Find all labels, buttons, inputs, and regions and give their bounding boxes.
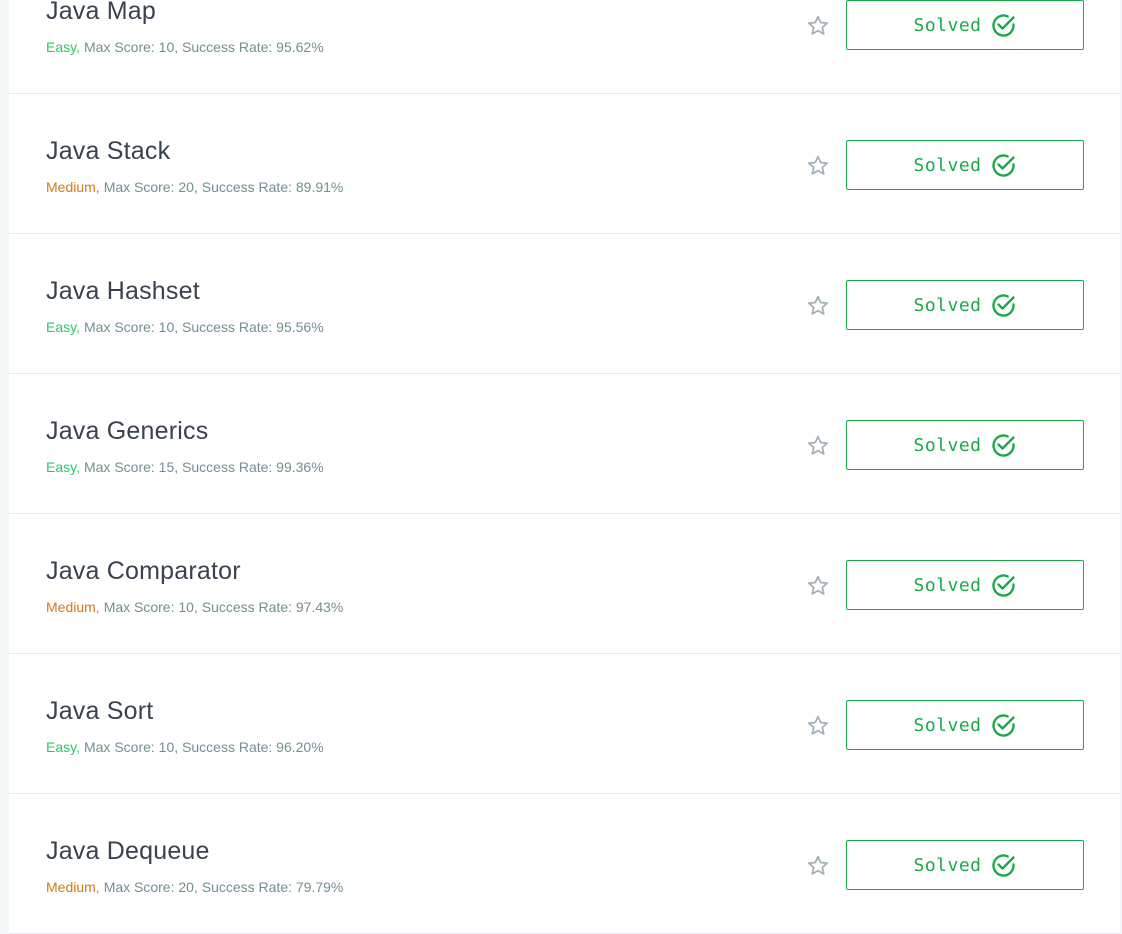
star-icon[interactable]: [806, 574, 830, 598]
challenge-title[interactable]: Java Hashset: [46, 276, 200, 306]
success-rate: Success Rate: 97.43%: [201, 599, 344, 615]
max-score: Max Score: 10,: [83, 39, 179, 55]
challenge-meta: Easy, Max Score: 10, Success Rate: 95.62%: [46, 38, 324, 56]
solved-label: Solved: [913, 434, 982, 456]
solved-button[interactable]: Solved: [846, 560, 1084, 610]
challenge-row: Java Stack Medium, Max Score: 20, Success…: [9, 94, 1120, 234]
challenge-title[interactable]: Java Dequeue: [46, 836, 210, 866]
check-circle-icon: [990, 12, 1017, 39]
success-rate: Success Rate: 95.62%: [182, 39, 324, 55]
solved-label: Solved: [913, 854, 982, 876]
solved-button[interactable]: Solved: [846, 700, 1084, 750]
difficulty-label: Easy,: [46, 319, 80, 335]
difficulty-label: Easy,: [46, 39, 80, 55]
max-score: Max Score: 10,: [83, 319, 179, 335]
solved-button[interactable]: Solved: [846, 140, 1084, 190]
difficulty-label: Medium,: [46, 599, 100, 615]
solved-label: Solved: [913, 154, 982, 176]
difficulty-label: Medium,: [46, 179, 100, 195]
check-circle-icon: [990, 852, 1017, 879]
star-icon[interactable]: [806, 714, 830, 738]
solved-button[interactable]: Solved: [846, 0, 1084, 50]
solved-label: Solved: [913, 14, 982, 36]
difficulty-label: Easy,: [46, 739, 80, 755]
challenge-title[interactable]: Java Sort: [46, 696, 153, 726]
solved-button[interactable]: Solved: [846, 840, 1084, 890]
star-icon[interactable]: [806, 854, 830, 878]
challenge-row: Java Comparator Medium, Max Score: 10, Su…: [9, 514, 1120, 654]
solved-label: Solved: [913, 714, 982, 736]
challenge-row: Java Hashset Easy, Max Score: 10, Success…: [9, 234, 1120, 374]
max-score: Max Score: 20,: [103, 179, 198, 195]
max-score: Max Score: 15,: [83, 459, 179, 475]
challenge-meta: Medium, Max Score: 20, Success Rate: 79.7…: [46, 878, 343, 896]
check-circle-icon: [990, 572, 1017, 599]
challenge-meta: Medium, Max Score: 20, Success Rate: 89.9…: [46, 178, 343, 196]
star-icon[interactable]: [806, 154, 830, 178]
success-rate: Success Rate: 89.91%: [201, 179, 344, 195]
challenge-title[interactable]: Java Generics: [46, 416, 208, 446]
success-rate: Success Rate: 96.20%: [182, 739, 324, 755]
challenge-title[interactable]: Java Comparator: [46, 556, 241, 586]
max-score: Max Score: 20,: [103, 879, 198, 895]
challenge-meta: Easy, Max Score: 10, Success Rate: 96.20%: [46, 738, 324, 756]
check-circle-icon: [990, 432, 1017, 459]
challenge-list: Java Map Easy, Max Score: 10, Success Rat…: [9, 0, 1120, 934]
challenge-row: Java Sort Easy, Max Score: 10, Success Ra…: [9, 654, 1120, 794]
solved-label: Solved: [913, 294, 982, 316]
solved-button[interactable]: Solved: [846, 280, 1084, 330]
check-circle-icon: [990, 712, 1017, 739]
challenge-title[interactable]: Java Map: [46, 0, 156, 26]
check-circle-icon: [990, 152, 1017, 179]
challenge-title[interactable]: Java Stack: [46, 136, 170, 166]
max-score: Max Score: 10,: [83, 739, 179, 755]
difficulty-label: Medium,: [46, 879, 100, 895]
max-score: Max Score: 10,: [103, 599, 198, 615]
challenge-row: Java Generics Easy, Max Score: 15, Succes…: [9, 374, 1120, 514]
solved-label: Solved: [913, 574, 982, 596]
challenge-meta: Medium, Max Score: 10, Success Rate: 97.4…: [46, 598, 343, 616]
challenge-meta: Easy, Max Score: 10, Success Rate: 95.56%: [46, 318, 324, 336]
difficulty-label: Easy,: [46, 459, 80, 475]
check-circle-icon: [990, 292, 1017, 319]
solved-button[interactable]: Solved: [846, 420, 1084, 470]
star-icon[interactable]: [806, 434, 830, 458]
challenge-meta: Easy, Max Score: 15, Success Rate: 99.36%: [46, 458, 324, 476]
success-rate: Success Rate: 99.36%: [182, 459, 324, 475]
challenge-row: Java Dequeue Medium, Max Score: 20, Succe…: [9, 794, 1120, 934]
star-icon[interactable]: [806, 294, 830, 318]
star-icon[interactable]: [806, 14, 830, 38]
success-rate: Success Rate: 95.56%: [182, 319, 324, 335]
challenge-row: Java Map Easy, Max Score: 10, Success Rat…: [9, 0, 1120, 94]
success-rate: Success Rate: 79.79%: [201, 879, 344, 895]
